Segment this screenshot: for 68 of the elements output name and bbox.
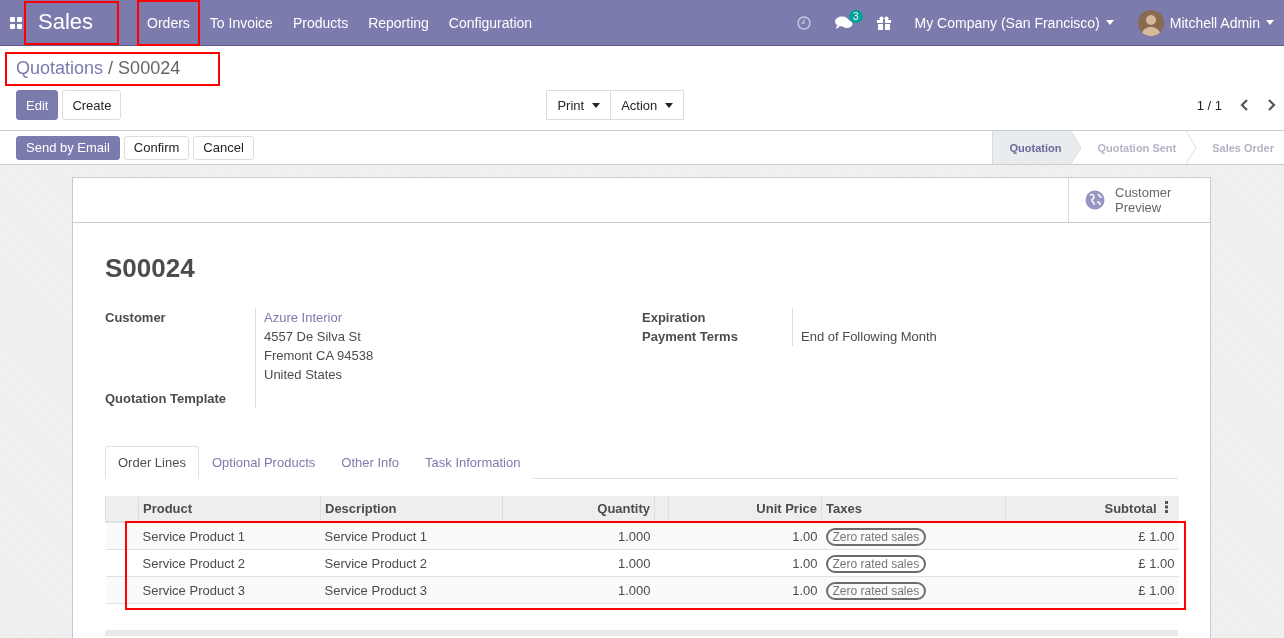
form-tab[interactable]: Order Lines xyxy=(105,446,199,479)
previous-icon[interactable] xyxy=(1240,98,1250,112)
column-header[interactable]: Quantity xyxy=(502,496,655,522)
edit-button[interactable]: Edit xyxy=(16,90,59,120)
column-options-icon[interactable] xyxy=(1164,501,1169,513)
tax-tag: Zero rated sales xyxy=(825,527,927,546)
table-cell: Service Product 2 xyxy=(320,549,503,577)
menu-item[interactable]: Reporting xyxy=(358,0,439,46)
caret-icon xyxy=(1105,20,1114,25)
record-title: S00024 xyxy=(105,253,196,284)
address-line: Fremont CA 94538 xyxy=(264,347,375,365)
table-cell: Service Product 3 xyxy=(138,576,321,604)
create-button[interactable]: Create xyxy=(62,90,122,120)
app-title: Sales xyxy=(24,0,120,45)
clock-icon[interactable] xyxy=(796,15,811,30)
avatar xyxy=(1137,9,1164,36)
gift-icon[interactable] xyxy=(876,15,891,30)
table-cell: Service Product 1 xyxy=(138,522,321,550)
menu-item[interactable]: To Invoice xyxy=(199,0,283,46)
breadcrumb-link[interactable]: Quotations xyxy=(16,58,104,78)
table-cell: 1.000 xyxy=(502,522,655,550)
table-cell: Service Product 1 xyxy=(320,522,503,550)
column-header[interactable]: Product xyxy=(138,496,321,522)
pager-counter: 1 / 1 xyxy=(1196,97,1222,113)
field-label: Payment Terms xyxy=(642,328,739,346)
field-label: Customer xyxy=(105,309,167,327)
column-header[interactable]: Unit Price xyxy=(668,496,822,522)
next-icon[interactable] xyxy=(1266,98,1276,112)
column-header[interactable]: Description xyxy=(320,496,503,522)
status-button[interactable]: Send by Email xyxy=(16,135,120,160)
field-label: Quotation Template xyxy=(105,390,228,408)
action-dropdown[interactable]: Action xyxy=(611,90,685,120)
caret-icon xyxy=(1266,20,1274,25)
table-cell: 1.000 xyxy=(502,576,655,604)
table-cell: Service Product 3 xyxy=(320,576,503,604)
menu-item[interactable]: Configuration xyxy=(438,0,543,46)
status-button[interactable]: Confirm xyxy=(123,135,190,160)
column-header[interactable]: Taxes xyxy=(821,496,1006,522)
table-cell: 1.00 xyxy=(668,576,822,604)
table-cell: 1.000 xyxy=(502,549,655,577)
column-header[interactable]: Subtotal xyxy=(1005,496,1161,522)
table-cell: 1.00 xyxy=(668,549,822,577)
tax-tag: Zero rated sales xyxy=(825,554,927,573)
company-switcher[interactable]: My Company (San Francisco) xyxy=(914,14,1114,31)
breadcrumb-separator: / xyxy=(107,58,115,78)
print-dropdown[interactable]: Print xyxy=(546,90,612,120)
status-button[interactable]: Cancel xyxy=(193,135,254,160)
message-count-badge: 3 xyxy=(849,9,863,23)
chat-icon[interactable] xyxy=(834,15,853,30)
caret-icon xyxy=(665,102,674,108)
table-cell: £ 1.00 xyxy=(1005,576,1179,604)
breadcrumb-current: S00024 xyxy=(118,58,181,78)
menu-item[interactable]: Orders xyxy=(137,0,200,46)
address-line: 4557 De Silva St xyxy=(264,328,362,346)
table-cell: Service Product 2 xyxy=(138,549,321,577)
address-line: United States xyxy=(264,366,344,384)
table-cell: £ 1.00 xyxy=(1005,549,1179,577)
user-menu[interactable]: Mitchell Admin xyxy=(1137,9,1274,36)
field-label: Expiration xyxy=(642,309,707,327)
tax-tag: Zero rated sales xyxy=(825,581,927,600)
customer-link[interactable]: Azure Interior xyxy=(264,308,642,327)
caret-icon xyxy=(592,102,601,108)
globe-icon xyxy=(1085,190,1105,210)
menu-item[interactable]: Products xyxy=(282,0,359,46)
table-cell: 1.00 xyxy=(668,522,822,550)
field-value: End of Following Month xyxy=(801,328,938,346)
apps-menu-icon[interactable] xyxy=(10,16,22,29)
table-cell: £ 1.00 xyxy=(1005,522,1179,550)
